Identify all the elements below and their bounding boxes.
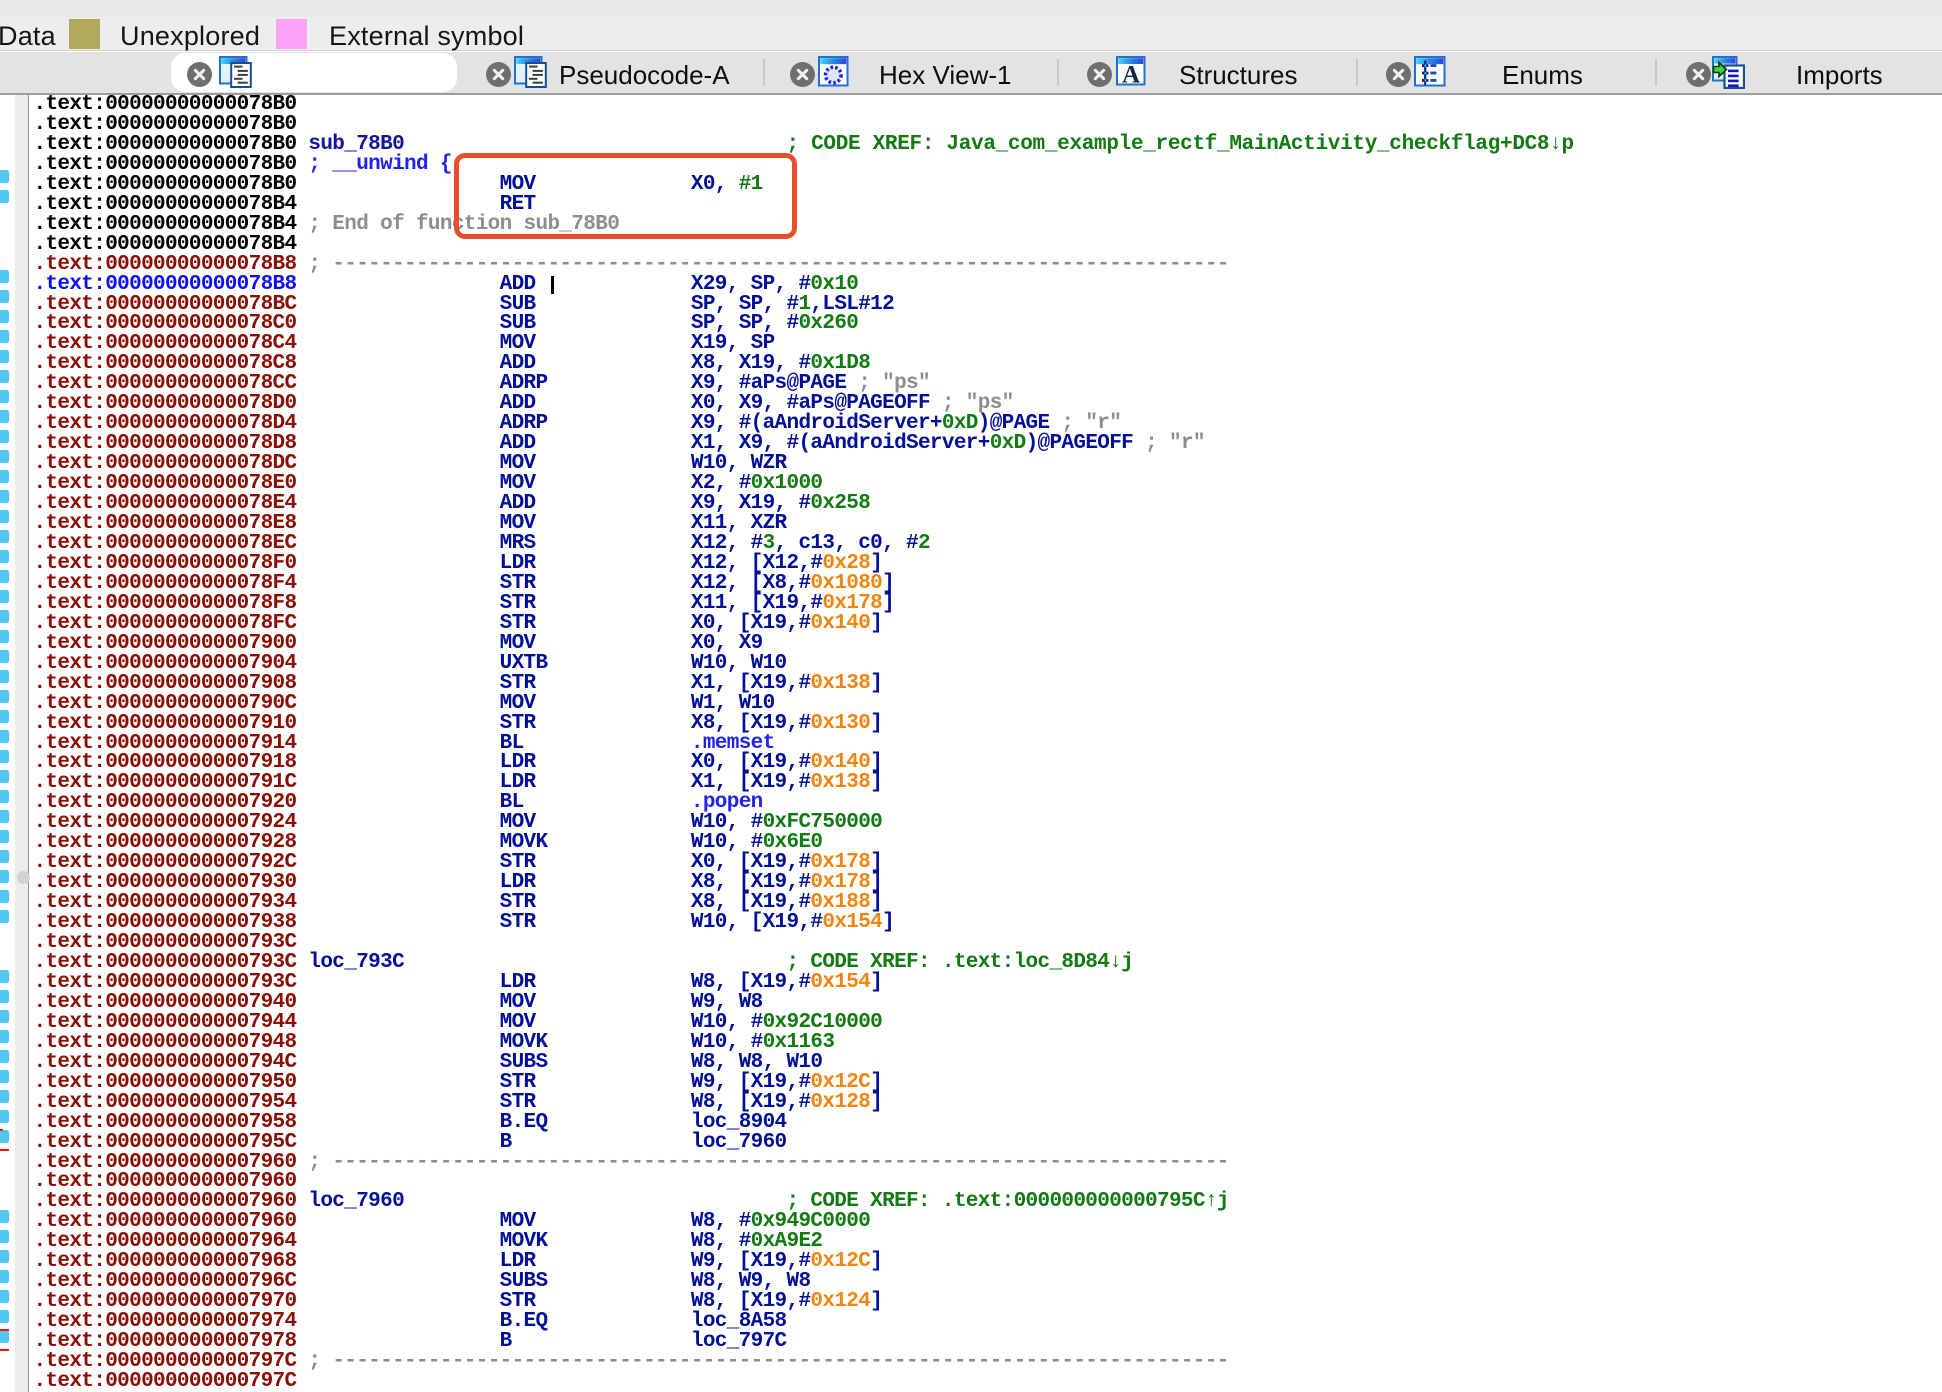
svg-text:A: A	[1121, 61, 1139, 86]
